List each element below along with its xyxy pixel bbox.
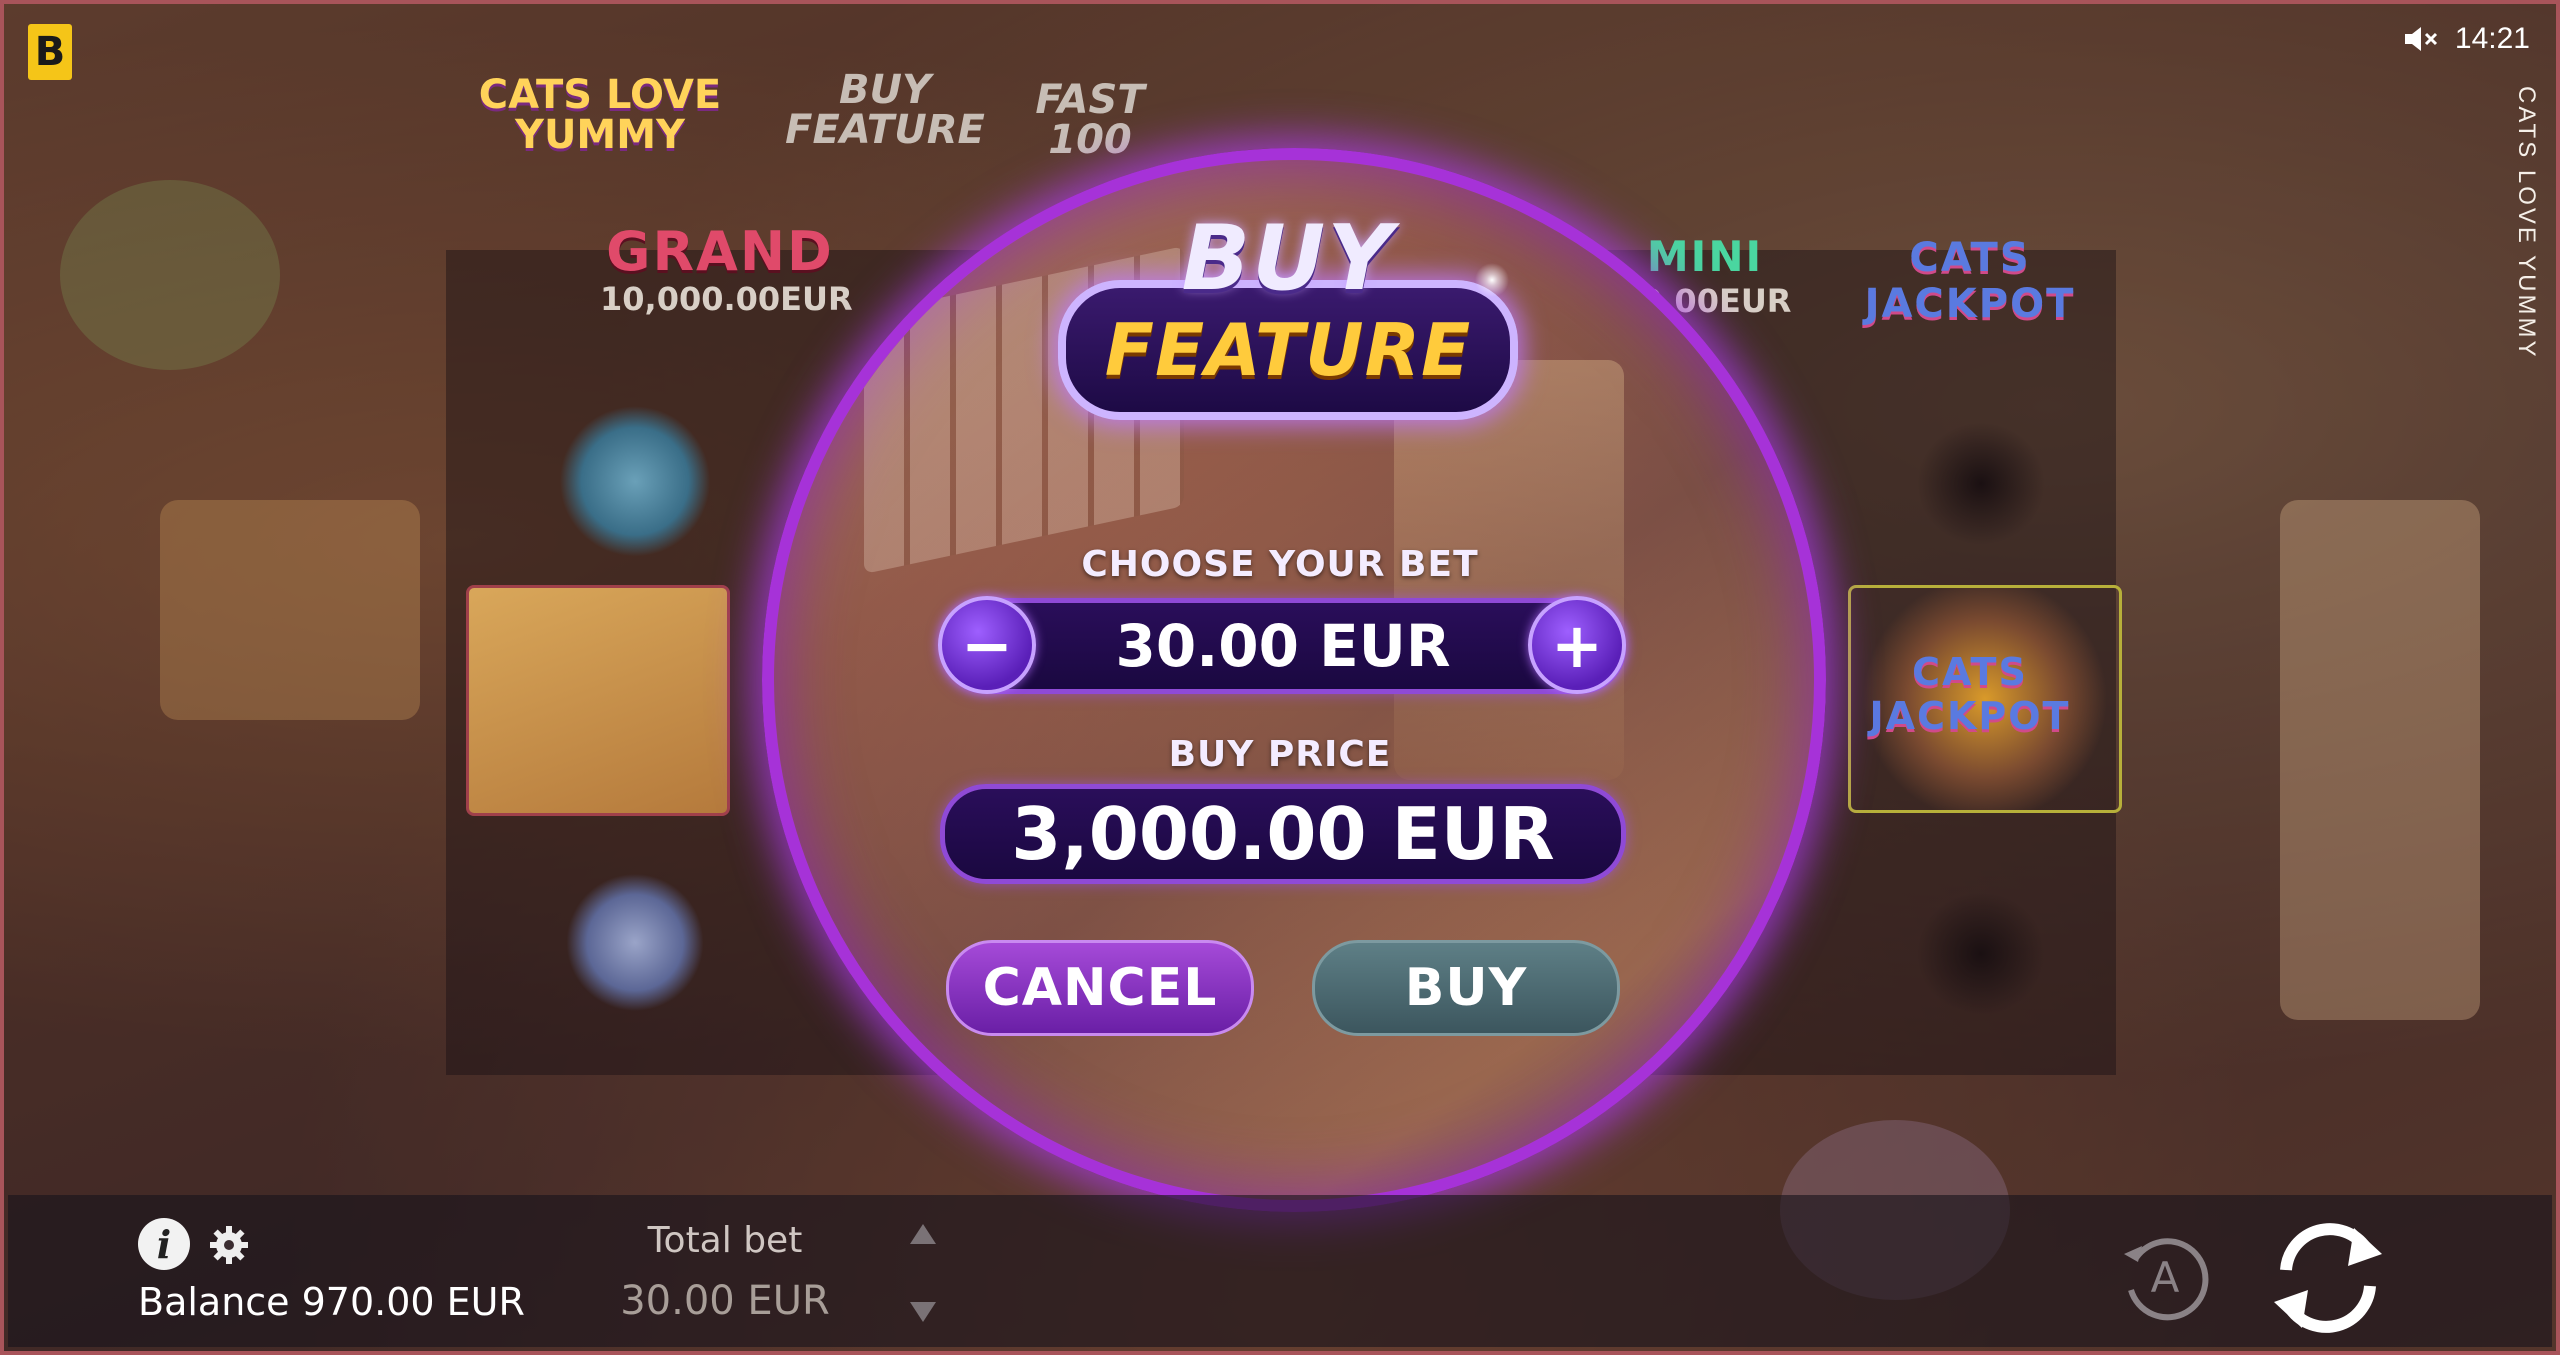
- fast-100-logo: FAST 100: [1035, 77, 1145, 163]
- buy-feature-title: BUY FEATURE: [1058, 206, 1518, 420]
- buy-button[interactable]: BUY: [1312, 940, 1620, 1036]
- game-title-vertical: CATS LOVE YUMMY: [2513, 86, 2540, 360]
- balance-display: Balance 970.00 EUR: [138, 1280, 525, 1324]
- clock: 14:21: [2454, 22, 2530, 55]
- total-bet-label: Total bet: [647, 1220, 803, 1261]
- buy-price-label: BUY PRICE: [1168, 734, 1392, 775]
- pillow-decoration: [160, 500, 420, 720]
- plant-decoration: [60, 180, 280, 370]
- mini-jackpot-label: MINI: [1646, 232, 1764, 281]
- cancel-button[interactable]: CANCEL: [946, 940, 1254, 1036]
- autoplay-letter: A: [2151, 1253, 2180, 1302]
- autoplay-icon[interactable]: A: [2116, 1228, 2214, 1326]
- spin-arrows-icon[interactable]: [2258, 1208, 2398, 1348]
- triangle-down-icon[interactable]: [908, 1300, 938, 1324]
- sparkle-icon: [1472, 260, 1512, 300]
- info-icon[interactable]: i: [138, 1218, 190, 1270]
- triangle-up-icon[interactable]: [908, 1222, 938, 1246]
- decrease-bet-button[interactable]: −: [938, 596, 1036, 694]
- increase-bet-button[interactable]: +: [1528, 596, 1626, 694]
- speaker-muted-icon[interactable]: [2403, 24, 2439, 54]
- yawning-cat-symbol: [466, 585, 730, 816]
- mouse-symbol: [506, 830, 764, 1055]
- game-logo: CATS LOVE YUMMY: [478, 72, 722, 158]
- total-bet-value: 30.00 EUR: [620, 1278, 830, 1324]
- buy-feature-title-bottom: FEATURE: [1104, 308, 1472, 392]
- buy-feature-title-top: BUY: [1181, 206, 1395, 311]
- grand-jackpot-label: GRAND: [606, 220, 834, 283]
- cat-silhouette-symbol: [1852, 830, 2110, 1055]
- grand-jackpot-value: 10,000.00EUR: [600, 280, 853, 318]
- cats-jackpot-header: CATS JACKPOT: [1864, 235, 2076, 327]
- buy-price-display: 3,000.00 EUR: [940, 784, 1626, 884]
- buy-price-value: 3,000.00 EUR: [1011, 792, 1555, 876]
- bet-value-display: 30.00 EUR: [940, 598, 1626, 694]
- buy-feature-logo: BUY FEATURE: [785, 67, 985, 153]
- status-area: 14:21: [2403, 22, 2530, 56]
- gear-icon[interactable]: [208, 1224, 250, 1266]
- cats-jackpot-reel-label: CATS JACKPOT: [1869, 650, 2071, 738]
- choose-bet-label: CHOOSE YOUR BET: [1081, 544, 1479, 585]
- provider-logo: B: [28, 24, 72, 80]
- bet-value: 30.00 EUR: [1115, 612, 1451, 680]
